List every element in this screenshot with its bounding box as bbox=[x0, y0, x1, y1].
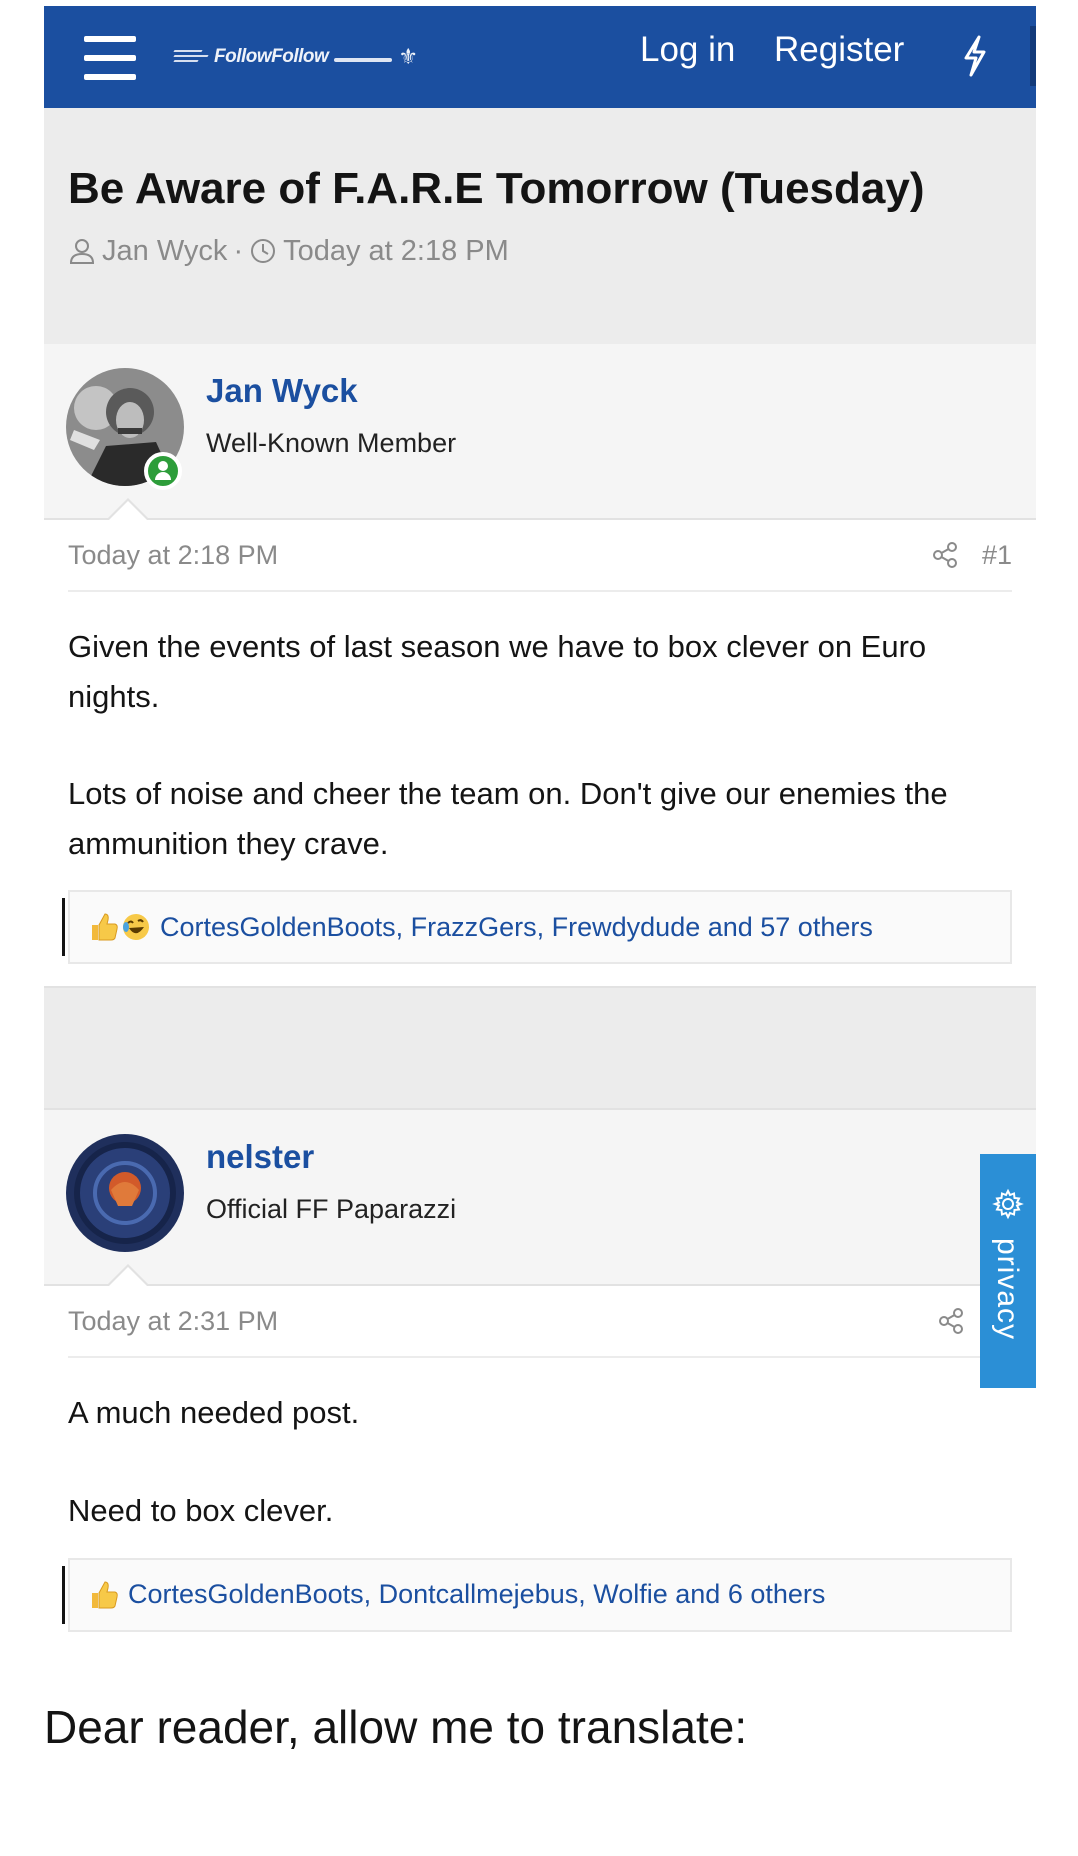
forum-page: FollowFollow ⚜ Log in Register Be Aware … bbox=[44, 6, 1036, 1632]
user-title: Well-Known Member bbox=[206, 428, 457, 458]
avatar[interactable] bbox=[66, 1134, 184, 1253]
post-time[interactable]: Today at 2:18 PM bbox=[68, 540, 278, 571]
post-username[interactable]: nelster bbox=[206, 1138, 314, 1176]
post-message: A much needed post. Need to box clever. bbox=[68, 1358, 1012, 1535]
thumbs-up-icon bbox=[92, 1581, 118, 1609]
hamburger-menu-icon[interactable] bbox=[84, 36, 136, 80]
lightning-bolt-icon[interactable] bbox=[960, 34, 990, 78]
clock-icon bbox=[251, 239, 276, 264]
thread-header: Be Aware of F.A.R.E Tomorrow (Tuesday) J… bbox=[44, 108, 1036, 344]
share-icon[interactable] bbox=[930, 540, 960, 570]
share-icon[interactable] bbox=[936, 1306, 966, 1336]
post-meta: Today at 2:18 PM #1 bbox=[68, 520, 1012, 592]
post-time[interactable]: Today at 2:31 PM bbox=[68, 1306, 278, 1337]
thread-author[interactable]: Jan Wyck bbox=[102, 235, 227, 268]
logo-crest-icon: ⚜ bbox=[398, 44, 419, 70]
laughing-face-icon bbox=[123, 914, 149, 941]
reactions-bar[interactable]: CortesGoldenBoots, Dontcallmejebus, Wolf… bbox=[62, 1557, 1012, 1632]
message-paragraph: Lots of noise and cheer the team on. Don… bbox=[68, 776, 948, 861]
thread-title: Be Aware of F.A.R.E Tomorrow (Tuesday) bbox=[68, 164, 925, 213]
post-body: Today at 2:18 PM #1 Given the events of … bbox=[44, 520, 1036, 965]
meta-separator: · bbox=[233, 234, 244, 267]
gear-icon bbox=[992, 1188, 1024, 1220]
message-paragraph: A much needed post. bbox=[68, 1395, 360, 1431]
thread-time[interactable]: Today at 2:18 PM bbox=[283, 235, 509, 268]
post-body: Today at 2:31 PM A much needed post. Nee… bbox=[44, 1286, 1036, 1632]
post-arrow bbox=[106, 498, 150, 521]
site-logo[interactable]: FollowFollow ⚜ bbox=[173, 42, 419, 72]
post-meta: Today at 2:31 PM bbox=[68, 1286, 1012, 1359]
reactions-text[interactable]: CortesGoldenBoots, Dontcallmejebus, Wolf… bbox=[128, 1579, 825, 1610]
register-link[interactable]: Register bbox=[774, 30, 904, 70]
post-number-link[interactable]: #1 bbox=[982, 540, 1012, 571]
logo-sword-icon bbox=[334, 58, 393, 62]
message-paragraph: Need to box clever. bbox=[68, 1492, 334, 1528]
user-icon bbox=[69, 239, 95, 265]
thumbs-up-icon bbox=[92, 913, 118, 941]
caption-text: Dear reader, allow me to translate: bbox=[44, 1701, 748, 1753]
post-username[interactable]: Jan Wyck bbox=[206, 372, 358, 410]
post-message: Given the events of last season we have … bbox=[68, 592, 1012, 868]
reactions-bar[interactable]: CortesGoldenBoots, FrazzGers, Frewdydude… bbox=[62, 890, 1012, 965]
privacy-label: privacy bbox=[991, 1238, 1024, 1341]
user-title: Official FF Paparazzi bbox=[206, 1194, 457, 1225]
topbar-edge bbox=[1030, 26, 1036, 86]
logo-stripes-icon bbox=[173, 48, 209, 66]
thread-meta: Jan Wyck · Today at 2:18 PM bbox=[68, 235, 1012, 268]
online-status-icon bbox=[144, 452, 182, 490]
privacy-tab[interactable]: privacy bbox=[980, 1154, 1036, 1388]
logo-text: FollowFollow bbox=[214, 46, 329, 67]
post-arrow bbox=[106, 1264, 150, 1288]
post-user-info: nelster Official FF Paparazzi bbox=[44, 1110, 1036, 1288]
message-paragraph: Given the events of last season we have … bbox=[68, 629, 927, 714]
top-navigation-bar: FollowFollow ⚜ Log in Register bbox=[44, 6, 1036, 108]
login-link[interactable]: Log in bbox=[640, 30, 735, 70]
post-separator bbox=[44, 986, 1036, 1111]
post-user-info: Jan Wyck Well-Known Member bbox=[44, 344, 1036, 521]
reactions-text[interactable]: CortesGoldenBoots, FrazzGers, Frewdydude… bbox=[160, 912, 873, 943]
